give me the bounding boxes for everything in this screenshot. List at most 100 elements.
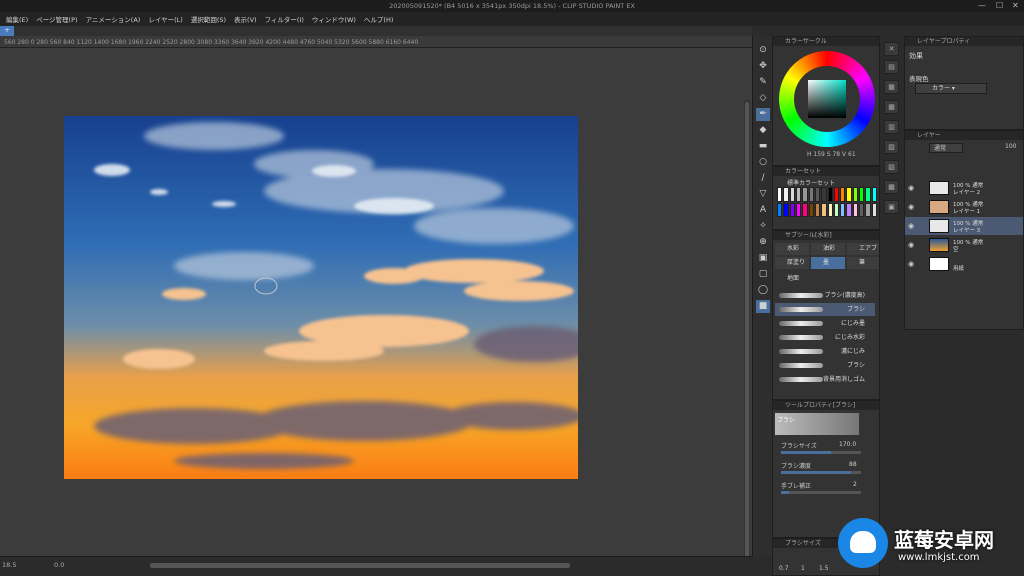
color-swatch[interactable] <box>802 187 808 202</box>
layer-opacity-value[interactable]: 100 <box>1005 143 1016 150</box>
color-swatch[interactable] <box>852 202 859 217</box>
color-swatch[interactable] <box>795 202 802 217</box>
color-swatch[interactable] <box>865 187 871 202</box>
color-swatch[interactable] <box>789 202 795 217</box>
color-swatch-grid[interactable] <box>777 187 877 217</box>
color-swatch[interactable] <box>865 202 871 217</box>
layer-row[interactable]: ◉ 100 % 通常 レイヤー 3 <box>905 217 1023 235</box>
vertical-scrollbar[interactable] <box>744 100 750 576</box>
color-swatch[interactable] <box>777 202 783 217</box>
visibility-icon[interactable]: ◉ <box>908 260 914 268</box>
zoom-value[interactable]: 18.5 <box>2 561 16 569</box>
subtool-airbrush[interactable]: エアブ <box>847 243 879 255</box>
history-icon[interactable]: ▥ <box>884 120 899 134</box>
color-swatch[interactable] <box>802 202 808 217</box>
color-swatch[interactable] <box>833 202 840 217</box>
ruler-tool-icon[interactable]: ∕ <box>756 172 770 185</box>
layer-search-icon[interactable]: ▩ <box>884 180 899 194</box>
sunset-sky-artwork[interactable] <box>64 116 578 479</box>
color-swatch[interactable] <box>789 187 795 202</box>
timeline-icon[interactable]: ▣ <box>884 200 899 214</box>
subtool-group-label[interactable]: 地面 <box>787 273 799 282</box>
color-swatch[interactable] <box>846 202 852 217</box>
hue-ring[interactable] <box>779 51 875 147</box>
pen-tool-icon[interactable]: ✎ <box>756 76 770 89</box>
minimize-icon[interactable]: — <box>978 1 986 10</box>
brush-row-2[interactable]: ブラシ <box>775 303 875 316</box>
material-icon-2[interactable]: ▦ <box>884 100 899 114</box>
brush-tool-icon[interactable]: ✒ <box>756 108 770 121</box>
color-swatch[interactable] <box>795 187 802 202</box>
item-bank-icon[interactable]: ▨ <box>884 160 899 174</box>
menu-animation[interactable]: アニメーション(A) <box>86 14 141 24</box>
color-swatch[interactable] <box>840 202 846 217</box>
operation-tool-icon[interactable]: ⊕ <box>756 236 770 249</box>
frame-tool-icon[interactable]: ▽ <box>756 188 770 201</box>
rotation-value[interactable]: 0.0 <box>54 561 64 569</box>
brush-row-4[interactable]: にじみ水彩 <box>775 331 875 344</box>
magnifier-tool-icon[interactable]: ⊙ <box>756 44 770 57</box>
color-swatch[interactable] <box>859 202 865 217</box>
balloon-tool-icon[interactable]: ◯ <box>756 284 770 297</box>
layer-row[interactable]: ◉ 用紙 <box>905 255 1023 273</box>
color-swatch[interactable] <box>859 187 865 202</box>
visibility-icon[interactable]: ◉ <box>908 184 914 192</box>
material-icon[interactable]: ▦ <box>884 80 899 94</box>
color-set-name[interactable]: 標準カラーセット <box>787 178 835 187</box>
color-swatch[interactable] <box>827 187 833 202</box>
gradient-tool-icon[interactable]: ▬ <box>756 140 770 153</box>
eyedropper-tool-icon[interactable]: ✧ <box>756 220 770 233</box>
stabilization-value[interactable]: 2 <box>853 481 857 489</box>
layer-row[interactable]: ◉ 100 % 通常 空 <box>905 236 1023 254</box>
color-swatch[interactable] <box>846 187 852 202</box>
subtool-brush[interactable]: 筆 <box>847 257 879 269</box>
auto-action-icon[interactable]: ▧ <box>884 140 899 154</box>
brush-density-slider[interactable] <box>781 471 861 474</box>
brush-size-slider[interactable] <box>781 451 861 454</box>
horizontal-scrollbar[interactable] <box>150 563 570 568</box>
navigator-icon[interactable]: ✕ <box>884 42 899 56</box>
color-swatch[interactable] <box>783 202 789 217</box>
move-tool-icon[interactable]: ✥ <box>756 60 770 73</box>
expression-color-select[interactable]: カラー ▾ <box>915 83 987 94</box>
color-swatch[interactable] <box>814 187 821 202</box>
visibility-icon[interactable]: ◉ <box>908 222 914 230</box>
canvas-tab[interactable]: + <box>0 26 14 36</box>
color-swatch[interactable] <box>821 187 827 202</box>
menu-layer[interactable]: レイヤー(L) <box>148 14 183 24</box>
color-swatch[interactable] <box>777 187 783 202</box>
color-swatch[interactable] <box>808 202 814 217</box>
size-preset-3[interactable]: 1.5 <box>819 565 829 572</box>
size-preset-2[interactable]: 1 <box>801 565 805 572</box>
subtool-oil[interactable]: 油彩 <box>811 243 845 255</box>
layer-row[interactable]: ◉ 100 % 通常 レイヤー 1 <box>905 198 1023 216</box>
brush-row-6[interactable]: ブラシ <box>775 359 875 372</box>
brush-size-value[interactable]: 170.0 <box>839 441 856 449</box>
selection-tool-icon[interactable]: ▢ <box>756 268 770 281</box>
menu-help[interactable]: ヘルプ(H) <box>364 14 393 24</box>
menu-window[interactable]: ウィンドウ(W) <box>312 14 356 24</box>
color-swatch[interactable] <box>783 187 789 202</box>
maximize-icon[interactable]: ☐ <box>996 1 1003 10</box>
layer-move-tool-icon[interactable]: ▣ <box>756 252 770 265</box>
size-preset-1[interactable]: 0.7 <box>779 565 789 572</box>
brush-row-1[interactable]: ブラシ(濃度高) <box>775 289 875 302</box>
subtool-watercolor[interactable]: 水彩 <box>775 243 809 255</box>
color-swatch[interactable] <box>871 202 877 217</box>
subtool-thick-paint[interactable]: 厚塗り <box>775 257 809 269</box>
blend-mode-select[interactable]: 通常 <box>929 143 963 153</box>
color-swatch[interactable] <box>852 187 859 202</box>
menu-filter[interactable]: フィルター(I) <box>265 14 304 24</box>
fill-tool-icon[interactable]: ◆ <box>756 124 770 137</box>
eraser-tool-icon[interactable]: ◇ <box>756 92 770 105</box>
brush-row-5[interactable]: 濃にじみ <box>775 345 875 358</box>
brush-density-value[interactable]: 88 <box>849 461 857 469</box>
menu-selection[interactable]: 選択範囲(S) <box>191 14 226 24</box>
sub-view-icon[interactable]: ▤ <box>884 60 899 74</box>
visibility-icon[interactable]: ◉ <box>908 241 914 249</box>
color-swatch[interactable] <box>821 202 827 217</box>
layer-row[interactable]: ◉ 100 % 通常 レイヤー 2 <box>905 179 1023 197</box>
color-swatch[interactable] <box>808 187 814 202</box>
brush-row-3[interactable]: にじみ墨 <box>775 317 875 330</box>
shape-tool-icon[interactable]: ○ <box>756 156 770 169</box>
